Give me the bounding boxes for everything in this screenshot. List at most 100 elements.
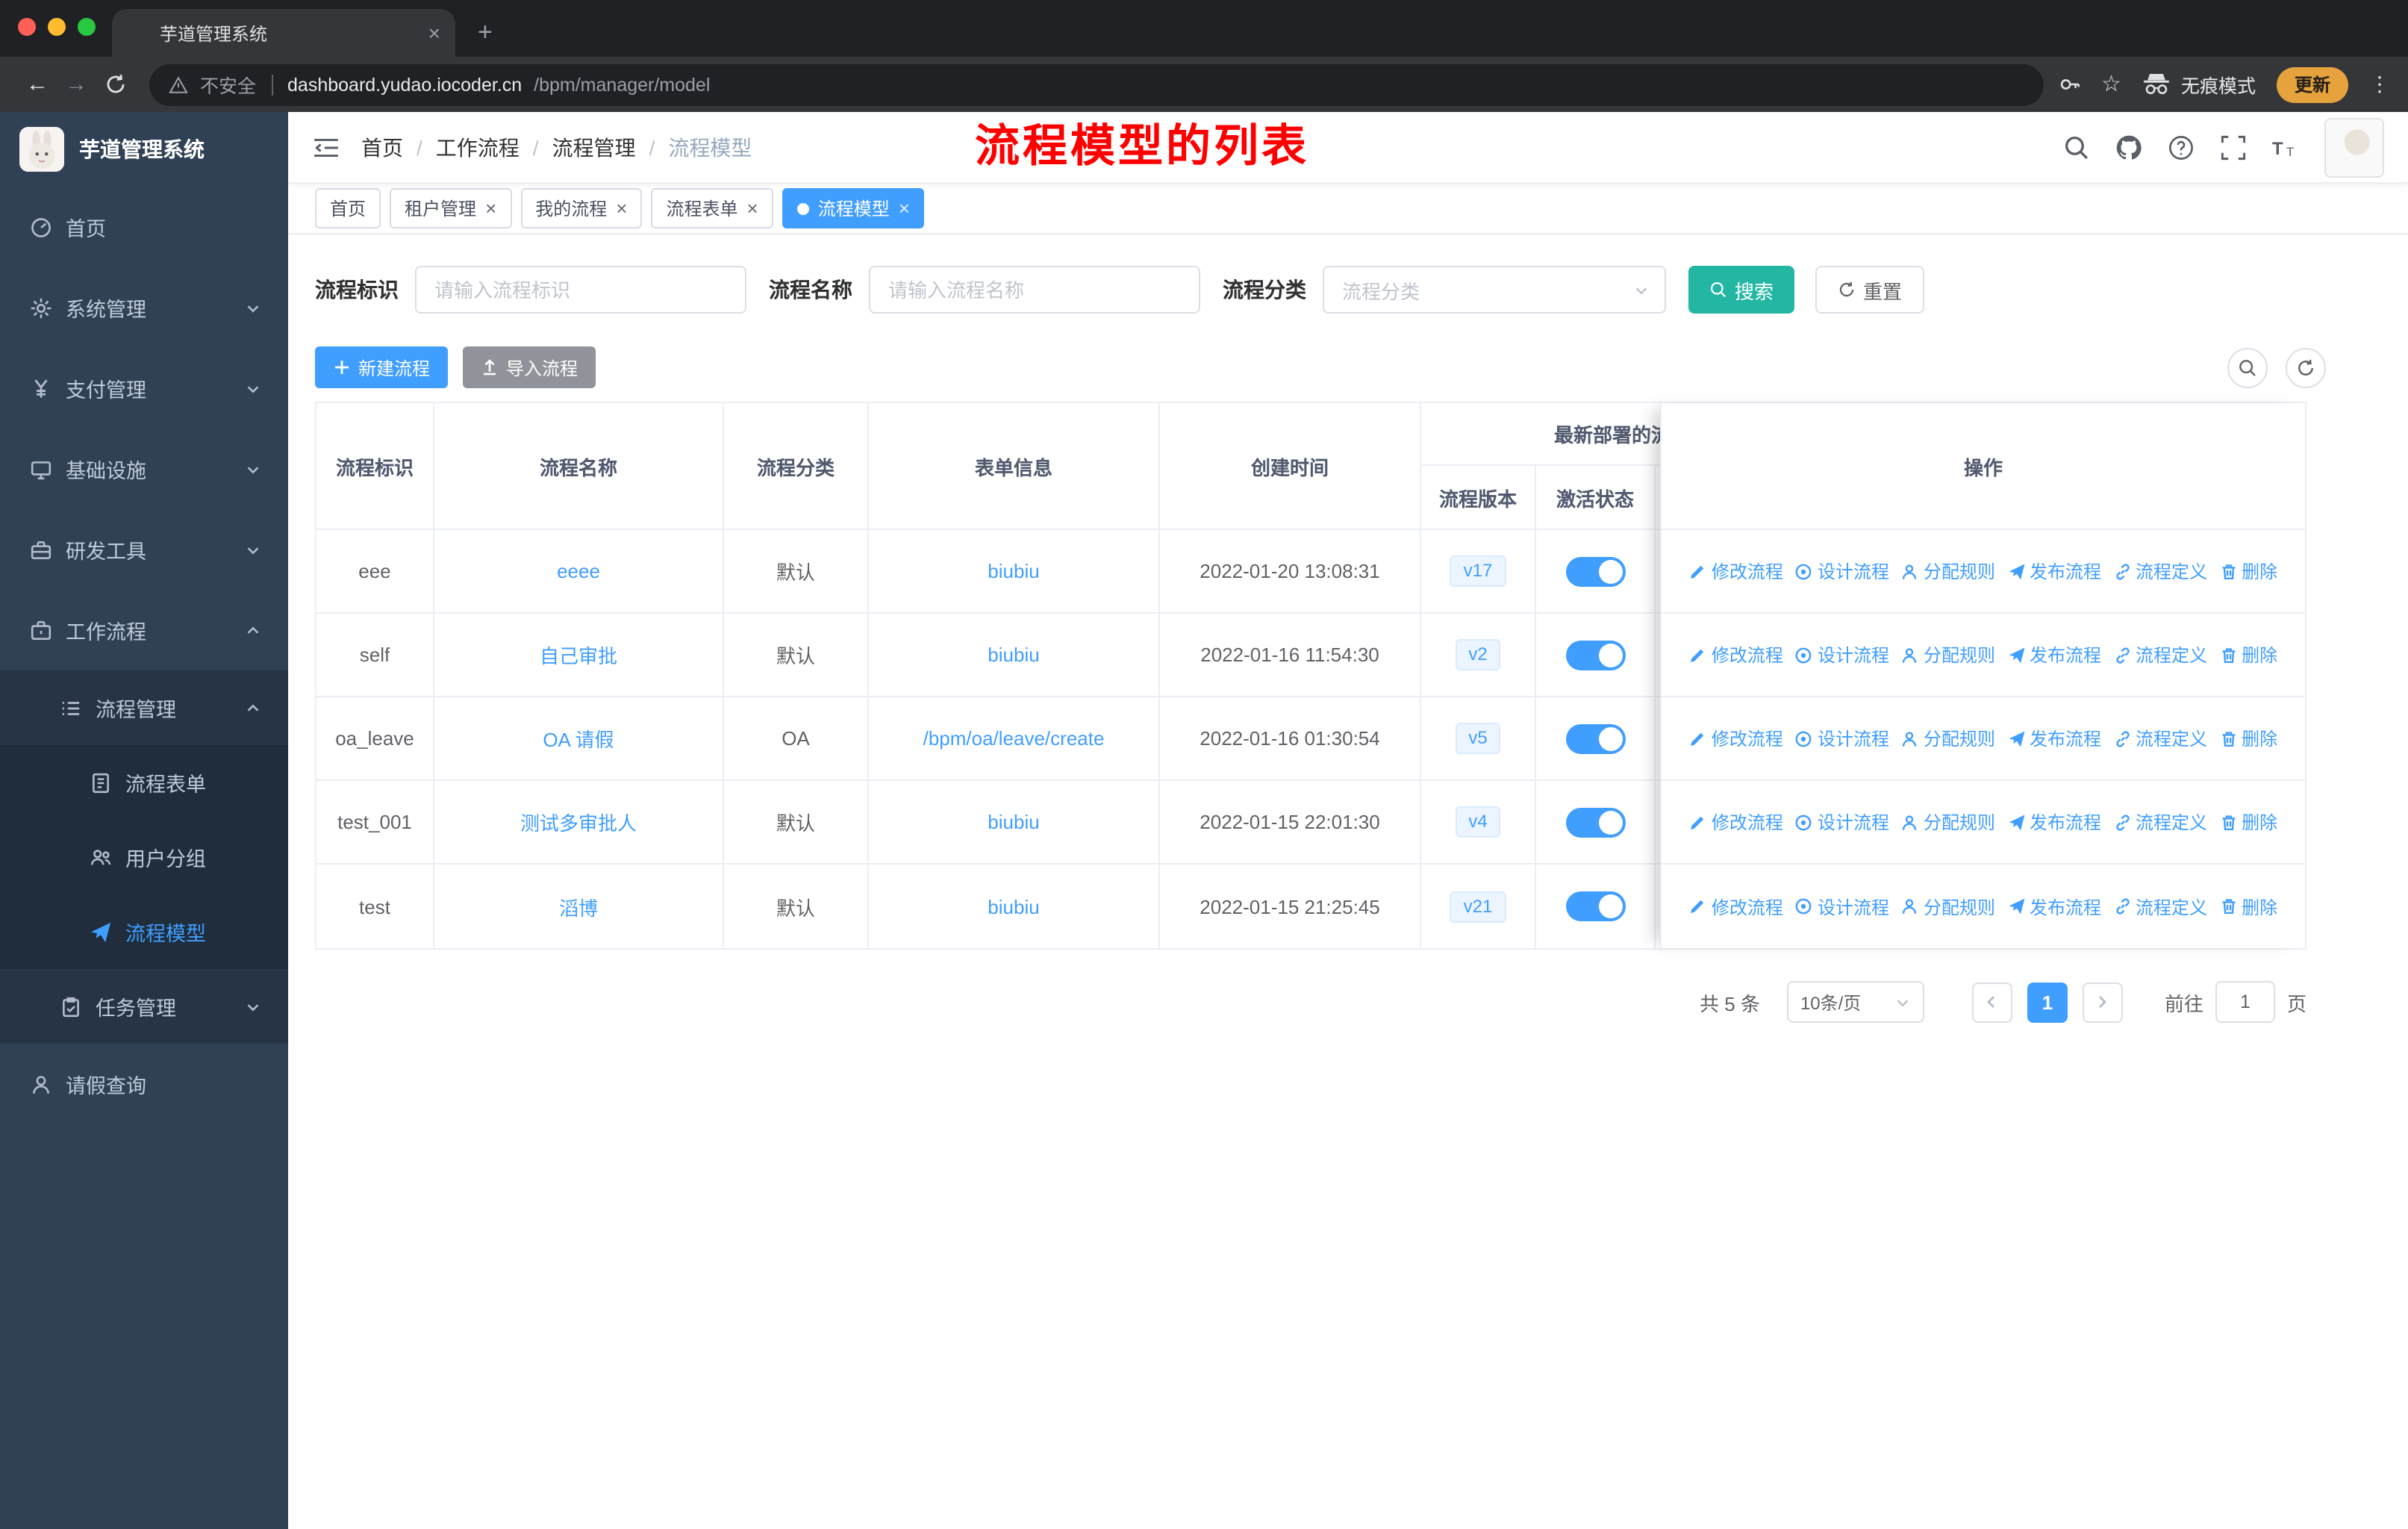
form-info-link[interactable]: biubiu xyxy=(869,865,1160,948)
form-info-link[interactable]: biubiu xyxy=(869,781,1160,863)
font-size-icon[interactable]: TT xyxy=(2272,134,2299,161)
sidebar-item-home[interactable]: 首页 xyxy=(0,187,288,267)
window-zoom-button[interactable] xyxy=(78,18,96,36)
process-name-link[interactable]: OA 请假 xyxy=(434,697,724,779)
active-toggle[interactable] xyxy=(1565,891,1625,921)
user-avatar[interactable] xyxy=(2324,117,2384,177)
action-assign-rule[interactable]: 分配规则 xyxy=(1901,558,1995,584)
show-search-button[interactable] xyxy=(2227,347,2268,387)
process-name-link[interactable]: 滔博 xyxy=(434,865,724,948)
action-delete-process[interactable]: 删除 xyxy=(2219,558,2277,584)
bookmark-star-icon[interactable]: ☆ xyxy=(2101,73,2121,96)
browser-menu-icon[interactable]: ⋮ xyxy=(2369,72,2390,97)
action-publish-process[interactable]: 发布流程 xyxy=(2007,558,2101,584)
process-name-input[interactable] xyxy=(869,266,1200,314)
page-size-select[interactable]: 10条/页 xyxy=(1786,981,1924,1023)
action-design-process[interactable]: 设计流程 xyxy=(1795,809,1889,835)
process-key-input[interactable] xyxy=(415,266,746,314)
active-toggle[interactable] xyxy=(1565,640,1625,670)
browser-tab[interactable]: 芋道管理系统 × xyxy=(112,9,455,57)
process-name-link[interactable]: eeee xyxy=(434,530,724,612)
action-design-process[interactable]: 设计流程 xyxy=(1795,642,1889,667)
github-icon[interactable] xyxy=(2115,134,2142,161)
form-info-link[interactable]: biubiu xyxy=(869,614,1160,696)
new-tab-button[interactable]: + xyxy=(478,19,493,46)
action-process-definition[interactable]: 流程定义 xyxy=(2113,894,2207,919)
action-publish-process[interactable]: 发布流程 xyxy=(2007,894,2101,919)
action-edit-process[interactable]: 修改流程 xyxy=(1689,642,1783,667)
tag-process-form[interactable]: 流程表单 × xyxy=(651,188,773,228)
search-button[interactable]: 搜索 xyxy=(1688,266,1795,314)
process-name-link[interactable]: 自己审批 xyxy=(434,614,724,696)
action-delete-process[interactable]: 删除 xyxy=(2219,726,2277,751)
tag-home[interactable]: 首页 xyxy=(315,188,381,228)
sidebar-item-process-model[interactable]: 流程模型 xyxy=(0,894,288,969)
action-assign-rule[interactable]: 分配规则 xyxy=(1901,726,1995,751)
tag-tenant-mgmt[interactable]: 租户管理 × xyxy=(390,188,512,228)
breadcrumb-process-mgmt[interactable]: 流程管理 xyxy=(552,132,636,162)
action-assign-rule[interactable]: 分配规则 xyxy=(1901,809,1995,835)
sidebar-item-payment[interactable]: 支付管理 xyxy=(0,348,288,429)
search-icon[interactable] xyxy=(2063,134,2090,161)
active-toggle[interactable] xyxy=(1565,807,1625,837)
action-assign-rule[interactable]: 分配规则 xyxy=(1901,894,1995,919)
window-close-button[interactable] xyxy=(18,18,36,36)
close-icon[interactable]: × xyxy=(899,199,910,218)
reset-button[interactable]: 重置 xyxy=(1815,266,1925,314)
action-process-definition[interactable]: 流程定义 xyxy=(2113,809,2207,835)
active-toggle[interactable] xyxy=(1565,723,1625,753)
action-design-process[interactable]: 设计流程 xyxy=(1795,726,1889,751)
action-publish-process[interactable]: 发布流程 xyxy=(2007,809,2101,835)
sidebar-logo[interactable]: 芋道管理系统 xyxy=(0,112,288,187)
action-delete-process[interactable]: 删除 xyxy=(2219,809,2277,835)
breadcrumb-workflow[interactable]: 工作流程 xyxy=(436,132,520,162)
sidebar-item-workflow[interactable]: 工作流程 xyxy=(0,590,288,670)
action-assign-rule[interactable]: 分配规则 xyxy=(1901,642,1995,667)
refresh-table-button[interactable] xyxy=(2286,347,2326,387)
action-process-definition[interactable]: 流程定义 xyxy=(2113,726,2207,751)
process-category-select[interactable]: 流程分类 xyxy=(1323,266,1666,314)
update-button[interactable]: 更新 xyxy=(2276,66,2348,102)
close-icon[interactable]: × xyxy=(485,199,496,218)
window-minimize-button[interactable] xyxy=(48,18,66,36)
address-bar[interactable]: 不安全 dashboard.yudao.iocoder.cn/bpm/manag… xyxy=(149,63,2044,105)
reload-button[interactable] xyxy=(96,73,134,96)
action-delete-process[interactable]: 删除 xyxy=(2219,642,2277,667)
action-design-process[interactable]: 设计流程 xyxy=(1795,558,1889,584)
form-info-link[interactable]: /bpm/oa/leave/create xyxy=(869,697,1160,779)
close-icon[interactable]: × xyxy=(747,199,758,218)
sidebar-fold-icon[interactable] xyxy=(312,135,340,159)
tag-my-process[interactable]: 我的流程 × xyxy=(520,188,643,228)
sidebar-item-devtools[interactable]: 研发工具 xyxy=(0,509,288,590)
current-page-button[interactable]: 1 xyxy=(2027,982,2068,1022)
back-button[interactable]: ← xyxy=(18,72,57,97)
import-process-button[interactable]: 导入流程 xyxy=(463,346,596,388)
sidebar-item-leave-query[interactable]: 请假查询 xyxy=(0,1044,288,1124)
sidebar-item-system[interactable]: 系统管理 xyxy=(0,267,288,348)
action-publish-process[interactable]: 发布流程 xyxy=(2007,642,2101,667)
prev-page-button[interactable] xyxy=(1971,982,2012,1022)
action-edit-process[interactable]: 修改流程 xyxy=(1689,726,1783,751)
forward-button[interactable]: → xyxy=(57,72,96,97)
action-edit-process[interactable]: 修改流程 xyxy=(1689,558,1783,584)
action-delete-process[interactable]: 删除 xyxy=(2219,894,2277,919)
tab-close-icon[interactable]: × xyxy=(428,21,440,45)
form-info-link[interactable]: biubiu xyxy=(869,530,1160,612)
active-toggle[interactable] xyxy=(1565,556,1625,586)
close-icon[interactable]: × xyxy=(616,199,627,218)
create-process-button[interactable]: 新建流程 xyxy=(315,346,449,388)
fullscreen-icon[interactable] xyxy=(2220,134,2247,161)
action-edit-process[interactable]: 修改流程 xyxy=(1689,809,1783,835)
action-publish-process[interactable]: 发布流程 xyxy=(2007,726,2101,751)
sidebar-item-task-mgmt[interactable]: 任务管理 xyxy=(0,969,288,1044)
sidebar-item-process-mgmt[interactable]: 流程管理 xyxy=(0,670,288,745)
breadcrumb-home[interactable]: 首页 xyxy=(361,132,403,162)
action-edit-process[interactable]: 修改流程 xyxy=(1689,894,1783,919)
process-name-link[interactable]: 测试多审批人 xyxy=(434,781,724,863)
help-icon[interactable] xyxy=(2168,134,2195,161)
action-process-definition[interactable]: 流程定义 xyxy=(2113,642,2207,667)
sidebar-item-process-form[interactable]: 流程表单 xyxy=(0,745,288,820)
key-icon[interactable] xyxy=(2058,73,2080,96)
sidebar-item-infra[interactable]: 基础设施 xyxy=(0,429,288,509)
action-process-definition[interactable]: 流程定义 xyxy=(2113,558,2207,584)
